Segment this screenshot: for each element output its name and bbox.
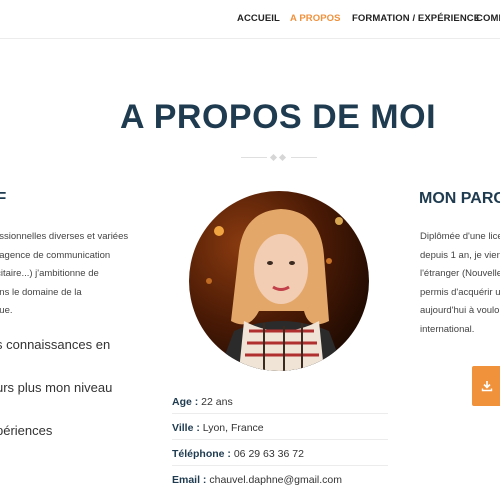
info-row-ville: Ville : Lyon, France	[172, 422, 388, 440]
left-column-heading: IF	[0, 190, 7, 207]
nav-item-accueil[interactable]: ACCUEIL	[237, 13, 280, 24]
info-row-telephone: Téléphone : 06 29 63 36 72	[172, 448, 388, 466]
info-label: Ville :	[172, 422, 200, 434]
info-label: Email :	[172, 474, 207, 486]
left-paragraph-line: , agence de communication	[0, 250, 111, 261]
info-label: Age :	[172, 396, 199, 408]
divider-diamond-right	[278, 153, 287, 162]
page-title: A PROPOS DE MOI	[119, 98, 437, 136]
left-paragraph-line: que.	[0, 305, 13, 316]
download-cv-button[interactable]	[472, 366, 500, 406]
info-row-age: Age : 22 ans	[172, 396, 388, 414]
profile-photo	[189, 191, 369, 371]
divider-diamond-left	[269, 153, 278, 162]
right-paragraph-line: depuis 1 an, je viens	[420, 250, 500, 261]
nav-item-formation-experience[interactable]: FORMATION / EXPÉRIENCE	[352, 13, 480, 24]
title-divider-right	[291, 157, 317, 158]
right-paragraph-line: aujourd'hui à voulo	[420, 305, 500, 316]
info-value[interactable]: chauvel.daphne@gmail.com	[209, 474, 342, 486]
left-skill-line: périences	[0, 423, 53, 438]
right-column-heading: MON PARC	[419, 190, 500, 207]
right-paragraph-line: l'étranger (Nouvelle	[420, 268, 500, 279]
left-skill-line: s connaissances en	[0, 337, 111, 352]
download-icon	[481, 381, 493, 392]
title-divider-left	[241, 157, 267, 158]
info-value: Lyon, France	[202, 422, 264, 434]
nav-item-a-propos[interactable]: A PROPOS	[290, 13, 341, 24]
left-skill-line: urs plus mon niveau	[0, 380, 113, 395]
left-paragraph-line: ans le domaine de la	[0, 287, 82, 298]
left-paragraph-line: icitaire...) j'ambitionne de	[0, 268, 99, 279]
info-label: Téléphone :	[172, 448, 231, 460]
right-paragraph-line: permis d'acquérir u	[420, 287, 500, 298]
left-paragraph-line: essionnelles diverses et variées	[0, 231, 129, 242]
right-paragraph-line: Diplômée d'une lice	[420, 231, 500, 242]
nav-item-competences[interactable]: COMP	[476, 13, 500, 24]
info-value: 22 ans	[201, 396, 233, 408]
profile-portrait-illustration	[206, 209, 344, 371]
right-paragraph-line: international.	[420, 324, 475, 335]
info-value: 06 29 63 36 72	[233, 448, 304, 460]
top-navbar: ACCUEIL A PROPOS FORMATION / EXPÉRIENCE …	[0, 0, 500, 39]
info-row-email: Email : chauvel.daphne@gmail.com	[172, 474, 388, 491]
